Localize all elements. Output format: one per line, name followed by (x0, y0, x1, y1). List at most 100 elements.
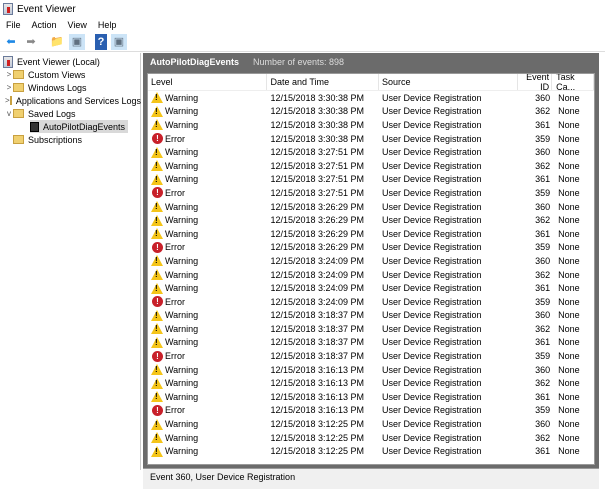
column-task-category[interactable]: Task Ca... (552, 74, 594, 92)
chevron-right-icon[interactable]: > (5, 83, 13, 92)
table-row[interactable]: Warning 12/15/2018 3:27:51 PM User Device … (148, 173, 594, 187)
window-title: Event Viewer (17, 3, 76, 15)
table-row[interactable]: ! Error 12/15/2018 3:26:29 PM User Device R… (148, 241, 594, 255)
level-text: Error (165, 242, 185, 253)
task-category-cell: None (558, 419, 580, 430)
table-row[interactable]: ! Error 12/15/2018 3:16:13 PM User Device R… (148, 404, 594, 418)
table-row[interactable]: Warning 12/15/2018 3:30:38 PM User Device … (148, 118, 594, 132)
show-hide-tree-icon[interactable]: ▣ (69, 33, 85, 50)
warning-icon (151, 269, 163, 281)
table-row[interactable]: ! Error 12/15/2018 3:27:51 PM User Device R… (148, 186, 594, 200)
tree-item-applications-and-services-logs[interactable]: > Applications and Services Logs (5, 94, 141, 107)
up-folder-icon[interactable]: 📁 (49, 34, 65, 50)
table-row[interactable]: Warning 12/15/2018 3:27:51 PM User Device … (148, 145, 594, 159)
table-row[interactable]: Warning 12/15/2018 3:12:25 PM User Device … (148, 444, 594, 458)
menu-file[interactable]: File (6, 20, 21, 30)
tree-label: Subscriptions (28, 134, 83, 145)
table-row[interactable]: Warning 12/15/2018 3:24:09 PM User Device … (148, 268, 594, 282)
event-id-cell: 359 (535, 133, 551, 144)
table-row[interactable]: Warning 12/15/2018 3:24:09 PM User Device … (148, 281, 594, 295)
menu-view[interactable]: View (68, 20, 87, 30)
source-cell: User Device Registration (381, 419, 482, 430)
tree-item-custom-views[interactable]: > Custom Views (5, 68, 86, 81)
table-row[interactable]: Warning 12/15/2018 3:16:13 PM User Device … (148, 376, 594, 390)
event-id-cell: 359 (535, 351, 551, 362)
level-text: Warning (165, 92, 199, 103)
event-id-cell: 359 (535, 405, 551, 416)
table-row[interactable]: Warning 12/15/2018 3:12:25 PM User Device … (148, 431, 594, 445)
source-cell: User Device Registration (381, 255, 482, 266)
tree-label: Saved Logs (28, 108, 76, 119)
column-source[interactable]: Source (379, 74, 519, 90)
table-row[interactable]: ! Error 12/15/2018 3:30:38 PM User Device R… (148, 132, 594, 146)
tree-item-event-viewer-local[interactable]: Event Viewer (Local) (3, 55, 100, 68)
column-date-time[interactable]: Date and Time (267, 74, 379, 90)
chevron-right-icon[interactable]: > (5, 70, 13, 79)
events-list[interactable]: Level Date and Time Source Event ID Task… (147, 73, 595, 465)
source-cell: User Device Registration (381, 446, 482, 457)
table-row[interactable]: Warning 12/15/2018 3:26:29 PM User Device … (148, 213, 594, 227)
source-cell: User Device Registration (381, 228, 482, 239)
help-icon[interactable]: ? (95, 33, 107, 50)
column-event-id[interactable]: Event ID (518, 74, 553, 92)
table-row[interactable]: Warning 12/15/2018 3:18:37 PM User Device … (148, 322, 594, 336)
menu-help[interactable]: Help (98, 20, 117, 30)
warning-icon (151, 377, 163, 389)
source-cell: User Device Registration (381, 119, 482, 130)
table-row[interactable]: Warning 12/15/2018 3:26:29 PM User Device … (148, 200, 594, 214)
event-id-cell: 361 (535, 228, 551, 239)
table-row[interactable]: ! Error 12/15/2018 3:18:37 PM User Device R… (148, 349, 594, 363)
date-time-cell: 12/15/2018 3:30:38 PM (270, 119, 365, 130)
event-preview-pane: Event 360, User Device Registration (143, 468, 599, 489)
tree-label: Windows Logs (28, 82, 87, 93)
date-time-cell: 12/15/2018 3:16:13 PM (270, 364, 365, 375)
event-id-cell: 359 (535, 187, 551, 198)
menu-action[interactable]: Action (32, 20, 57, 30)
table-row[interactable]: Warning 12/15/2018 3:30:38 PM User Device … (148, 105, 594, 119)
tree-item-autopilotdiagevents[interactable]: AutoPilotDiagEvents (30, 120, 129, 133)
source-cell: User Device Registration (381, 405, 482, 416)
tree-item-windows-logs[interactable]: > Windows Logs (5, 81, 87, 94)
level-cell: Warning (148, 282, 267, 294)
date-time-cell: 12/15/2018 3:24:09 PM (270, 269, 365, 280)
task-category-cell: None (558, 364, 580, 375)
level-cell: Warning (148, 269, 267, 281)
chevron-down-icon[interactable]: v (5, 109, 13, 118)
forward-icon[interactable]: ➡ (23, 34, 39, 50)
event-id-cell: 360 (535, 201, 551, 212)
table-row[interactable]: Warning 12/15/2018 3:27:51 PM User Device … (148, 159, 594, 173)
source-cell: User Device Registration (381, 323, 482, 334)
level-cell: Warning (148, 146, 267, 158)
table-row[interactable]: Warning 12/15/2018 3:26:29 PM User Device … (148, 227, 594, 241)
warning-icon (151, 255, 163, 267)
source-cell: User Device Registration (381, 378, 482, 389)
table-row[interactable]: Warning 12/15/2018 3:24:09 PM User Device … (148, 254, 594, 268)
tree-item-subscriptions[interactable]: Subscriptions (13, 133, 82, 146)
show-hide-action-pane-icon[interactable]: ▣ (111, 33, 127, 50)
level-text: Warning (165, 337, 199, 348)
tree-item-saved-logs[interactable]: v Saved Logs (5, 107, 76, 120)
level-cell: Warning (148, 105, 267, 117)
table-row[interactable]: Warning 12/15/2018 3:18:37 PM User Device … (148, 336, 594, 350)
warning-icon (151, 445, 163, 457)
column-level[interactable]: Level (148, 74, 268, 90)
table-row[interactable]: Warning 12/15/2018 3:18:37 PM User Device … (148, 309, 594, 323)
source-cell: User Device Registration (381, 187, 482, 198)
table-row[interactable]: Warning 12/15/2018 3:16:13 PM User Device … (148, 363, 594, 377)
table-row[interactable]: Warning 12/15/2018 3:12:25 PM User Device … (148, 417, 594, 431)
table-row[interactable]: Warning 12/15/2018 3:30:38 PM User Device … (148, 91, 594, 105)
level-text: Warning (165, 283, 199, 294)
title-bar: Event Viewer (0, 0, 605, 18)
folder-icon (13, 70, 24, 79)
table-row[interactable]: Warning 12/15/2018 3:16:13 PM User Device … (148, 390, 594, 404)
source-cell: User Device Registration (381, 133, 482, 144)
task-category-cell: None (558, 147, 580, 158)
back-icon[interactable]: ⬅ (3, 34, 19, 50)
source-cell: User Device Registration (381, 215, 482, 226)
level-text: Warning (165, 310, 199, 321)
warning-icon (151, 364, 163, 376)
tree-label: Applications and Services Logs (15, 95, 141, 106)
table-row[interactable]: ! Error 12/15/2018 3:24:09 PM User Device R… (148, 295, 594, 309)
folder-icon (13, 83, 24, 92)
warning-icon (151, 228, 163, 240)
